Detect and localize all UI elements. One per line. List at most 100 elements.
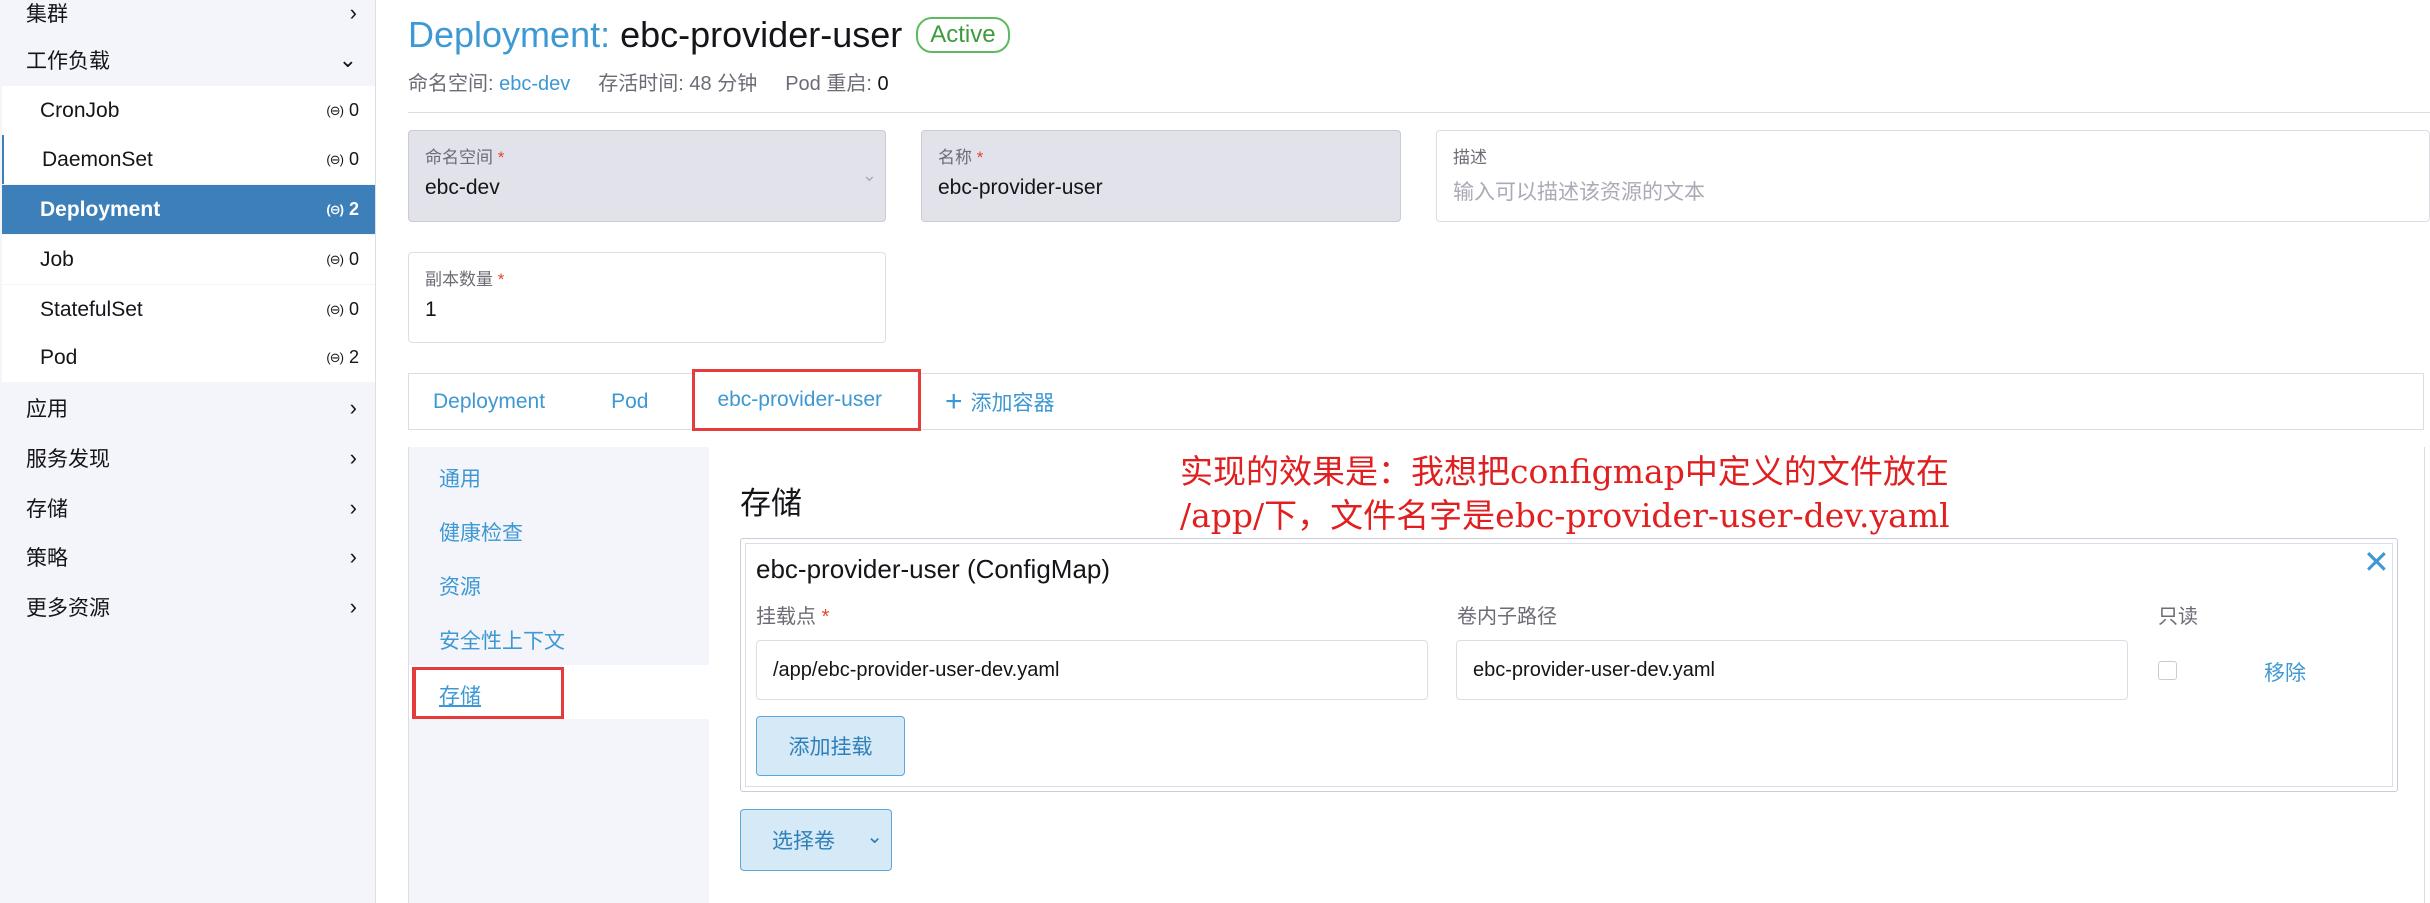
sub-path-label: 卷内子路径 [1457,606,1557,628]
namespace-select[interactable]: 命名空间 * ebc-dev ⌄ [408,130,886,222]
sidebar-group-more-resources[interactable]: 更多资源 › [0,582,375,632]
name-field-value: ebc-provider-user [938,176,1103,199]
sidebar-item-label: Deployment [40,197,161,221]
sidebar-item-count: 0 [348,249,359,269]
resource-count-icon: (⊖) [326,201,344,217]
sidebar-group-cluster[interactable]: 集群 › [0,0,375,38]
description-label: 描述 [1453,148,1487,167]
sidebar-item-daemonset[interactable]: DaemonSet (⊖) 0 [2,135,375,184]
resource-name: ebc-provider-user [620,14,903,55]
resource-meta: 命名空间: ebc-dev 存活时间: 48 分钟 Pod 重启: 0 [408,67,889,96]
namespace-label-text: 命名空间 [425,148,493,167]
sidebar-group-workloads[interactable]: 工作负载 ⌄ [0,35,375,85]
restarts-value: 0 [877,73,889,95]
sidebar-group-service-discovery[interactable]: 服务发现 › [0,433,375,483]
side-nav-general[interactable]: 通用 [439,463,481,493]
status-badge: Active [916,17,1010,53]
replicas-field[interactable]: 副本数量 * 1 [408,252,886,343]
readonly-label: 只读 [2158,606,2198,628]
select-volume-label: 选择卷 [772,830,835,853]
required-marker: * [821,606,830,628]
sidebar-item-job[interactable]: Job (⊖) 0 [2,235,375,284]
required-marker: * [497,270,505,289]
replicas-label-text: 副本数量 [425,270,493,289]
chevron-right-icon: › [349,445,357,470]
description-placeholder: 输入可以描述该资源的文本 [1453,181,1705,204]
replicas-field-value: 1 [425,298,437,321]
sidebar-group-label: 策略 [26,547,68,570]
sidebar-item-count: 2 [348,347,359,367]
container-side-nav: 通用 健康检查 资源 安全性上下文 存储 [408,447,709,903]
plus-icon: + [945,384,963,418]
restarts-label: Pod 重启: [785,73,872,95]
select-volume-button[interactable]: 选择卷 ⌄ [740,809,892,871]
sidebar-item-label: DaemonSet [42,147,153,171]
tab-deployment[interactable]: Deployment [409,374,569,429]
name-field-label: 名称 * [938,143,1384,168]
chevron-right-icon: › [349,395,357,420]
sidebar-item-count: 0 [348,100,359,120]
close-icon[interactable]: ✕ [2363,543,2390,581]
age-text: 存活时间: 48 分钟 [598,73,758,95]
annotation-note: 实现的效果是：我想把configmap中定义的文件放在 /app/下，文件名字是… [1180,450,1950,538]
chevron-down-icon: ⌄ [866,826,883,848]
sidebar-item-pod[interactable]: Pod (⊖) 2 [2,333,375,382]
chevron-right-icon: › [349,594,357,619]
sidebar-group-label: 工作负载 [26,50,110,73]
annotation-line-1: 实现的效果是：我想把configmap中定义的文件放在 [1180,452,1949,491]
namespace-select-label: 命名空间 * [425,143,869,168]
container-tabs: Deployment Pod ebc-provider-user + 添加容器 [408,369,2424,431]
resource-count-icon: (⊖) [326,102,344,118]
add-mount-button[interactable]: 添加挂载 [756,716,905,776]
sub-path-input[interactable]: ebc-provider-user-dev.yaml [1456,640,2128,700]
description-field[interactable]: 描述 输入可以描述该资源的文本 [1436,130,2430,222]
tab-ebc-provider-user[interactable]: ebc-provider-user [692,369,922,431]
replicas-field-label: 副本数量 * [425,265,869,290]
highlight-box [412,667,564,719]
chevron-down-icon: ⌄ [861,165,877,185]
mount-point-input[interactable]: /app/ebc-provider-user-dev.yaml [756,640,1428,700]
sidebar-group-label: 集群 [26,3,68,26]
name-field[interactable]: 名称 * ebc-provider-user [921,130,1401,222]
mount-point-label-text: 挂载点 [756,606,816,628]
sidebar-item-label: CronJob [40,98,120,122]
resource-count-icon: (⊖) [326,301,344,317]
sidebar-item-cronjob[interactable]: CronJob (⊖) 0 [2,86,375,135]
sidebar-group-storage[interactable]: 存储 › [0,483,375,533]
sidebar-group-policy[interactable]: 策略 › [0,532,375,582]
sidebar-group-label: 应用 [26,398,68,421]
mount-point-label: 挂载点 * [756,600,829,629]
side-nav-resources[interactable]: 资源 [439,571,481,601]
sidebar-item-label: StatefulSet [40,297,143,321]
storage-heading: 存储 [740,486,802,521]
tab-pod[interactable]: Pod [569,374,672,429]
readonly-checkbox[interactable] [2158,661,2177,680]
namespace-select-value: ebc-dev [425,176,500,199]
side-nav-storage-label: 存储 [439,685,481,708]
chevron-right-icon: › [349,0,357,25]
namespace-link[interactable]: ebc-dev [499,73,570,95]
side-nav-security-context[interactable]: 安全性上下文 [439,625,565,655]
sidebar-item-deployment[interactable]: Deployment (⊖) 2 [2,185,375,234]
sidebar-item-label: Job [40,247,74,271]
name-label-text: 名称 [938,148,972,167]
resource-kind: Deployment: [408,14,611,55]
sidebar-item-count: 2 [348,199,359,219]
sidebar-group-apps[interactable]: 应用 › [0,383,375,433]
sidebar-item-statefulset[interactable]: StatefulSet (⊖) 0 [2,285,375,334]
sidebar-item-count: 0 [348,149,359,169]
sidebar-group-label: 服务发现 [26,448,110,471]
sidebar-group-label: 更多资源 [26,597,110,620]
chevron-down-icon: ⌄ [338,47,357,72]
sidebar: 集群 › 工作负载 ⌄ CronJob (⊖) 0 DaemonSet (⊖) 0 … [0,0,376,903]
chevron-right-icon: › [349,495,357,520]
divider [408,112,2430,113]
required-marker: * [497,148,505,167]
side-nav-health-check[interactable]: 健康检查 [439,517,523,547]
chevron-right-icon: › [349,544,357,569]
remove-mount-link[interactable]: 移除 [2264,657,2306,687]
side-nav-storage[interactable]: 存储 [409,665,709,719]
sidebar-item-count: 0 [348,299,359,319]
resource-count-icon: (⊖) [326,349,344,365]
add-container-button[interactable]: + 添加容器 [921,374,1079,429]
